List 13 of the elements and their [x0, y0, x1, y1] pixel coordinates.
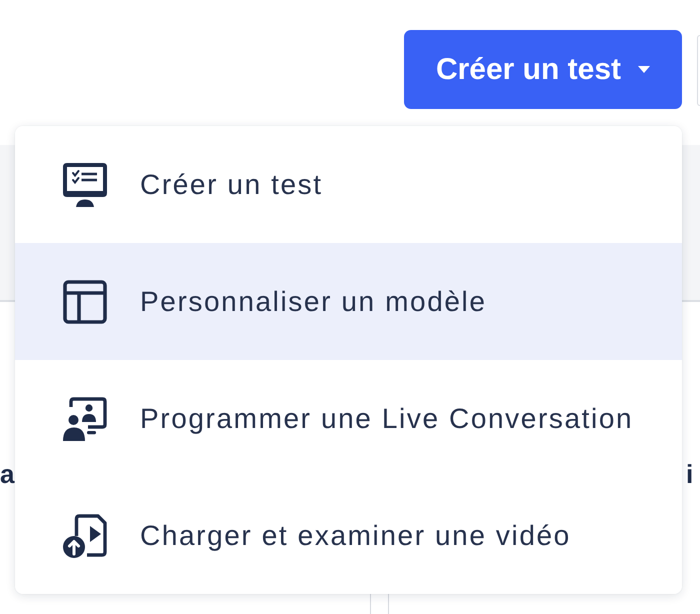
menu-item[interactable]: Personnaliser un modèle: [15, 243, 682, 360]
menu-item[interactable]: Programmer une Live Conversation: [15, 360, 682, 477]
layout-icon: [63, 280, 107, 324]
presenter-screen-icon: [63, 396, 107, 440]
video-upload-icon: [63, 514, 107, 558]
create-test-button[interactable]: Créer un test: [404, 30, 682, 109]
card-title: i: [686, 460, 694, 489]
toolbar-button[interactable]: [697, 35, 700, 106]
menu-item[interactable]: Charger et examiner une vidéo: [15, 477, 682, 594]
card-title: a: [0, 460, 14, 489]
menu-item[interactable]: Créer un test: [15, 126, 682, 243]
monitor-checklist-icon: [63, 162, 107, 206]
caret-icon: [638, 66, 650, 73]
